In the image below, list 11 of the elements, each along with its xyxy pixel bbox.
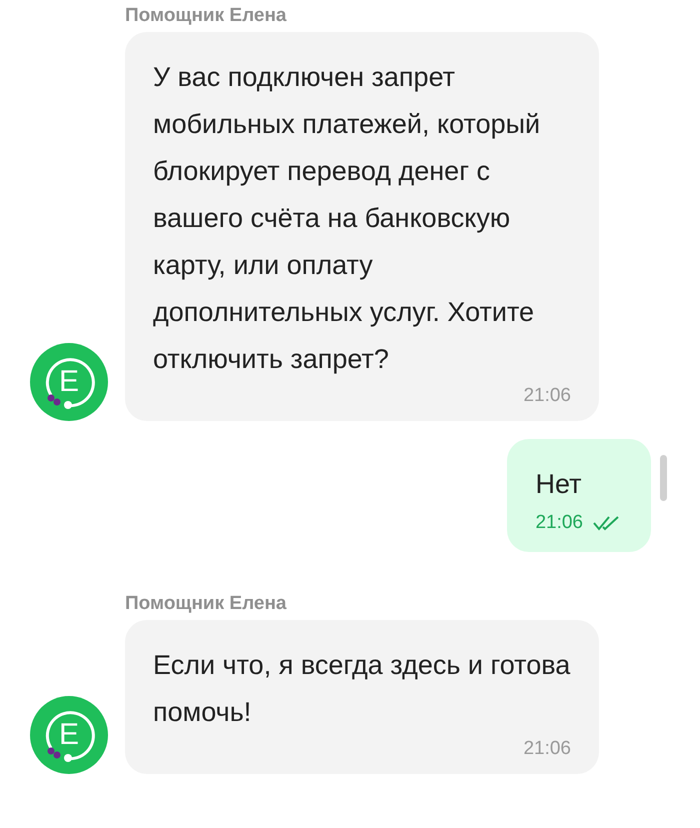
assistant-avatar: E <box>30 696 108 774</box>
assistant-avatar: E <box>30 343 108 421</box>
scrollbar[interactable] <box>660 455 667 501</box>
message-time: 21:06 <box>523 738 571 760</box>
message-time: 21:06 <box>535 512 583 534</box>
sender-name: Помощник Елена <box>125 4 288 28</box>
message-text: У вас подключен запрет мобильных платежей, который блокирует перевод денег с вашего счёта на банковскую карту, или оплату дополнительных услуг. Хотите отключить запрет? <box>153 61 542 376</box>
sender-name: Помощник Елена <box>125 592 288 616</box>
message-time: 21:06 <box>523 385 571 407</box>
message-text: Если что, я всегда здесь и готова помочь! <box>153 649 571 729</box>
message-text: Нет <box>535 468 582 501</box>
